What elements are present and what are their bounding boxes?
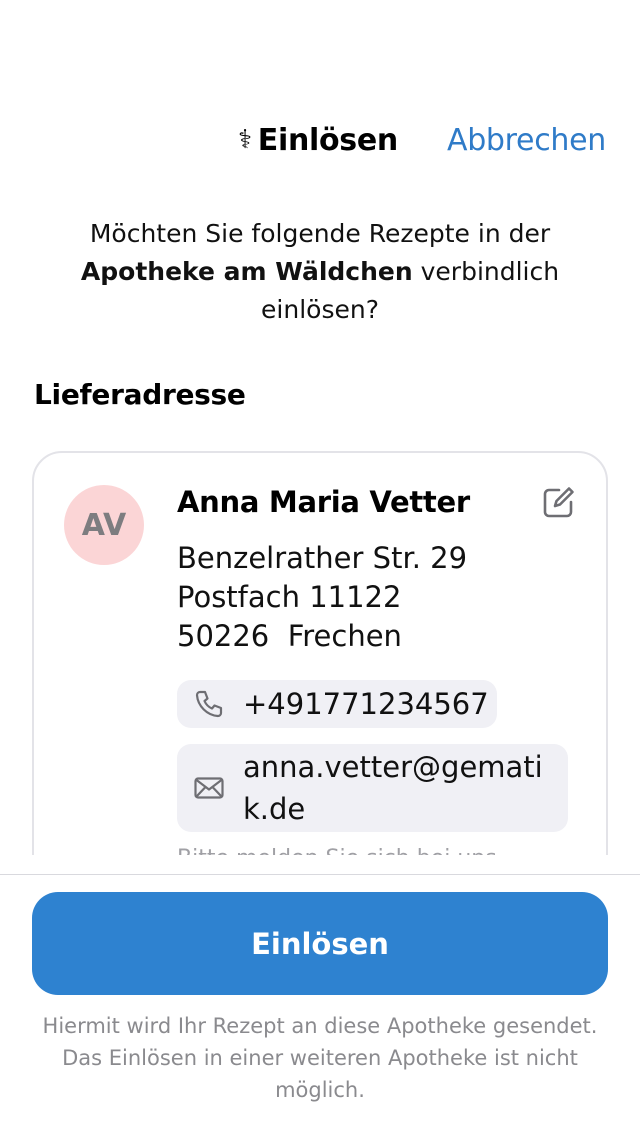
address-line: Postfach 11122 [177, 580, 402, 614]
footnote: Hiermit wird Ihr Rezept an diese Apothek… [42, 1014, 598, 1102]
question-prefix: Möchten Sie folgende Rezepte in der [89, 219, 551, 248]
phone-icon [195, 690, 223, 718]
phone-chip: +491771234567 [177, 680, 497, 728]
phone-number: +491771234567 [243, 687, 489, 721]
cancel-button[interactable]: Abbrechen [447, 118, 606, 162]
section-title-delivery-address: Lieferadresse [34, 378, 246, 411]
page-title: Einlösen [257, 122, 399, 158]
address-card: AV Anna Maria Vetter Benzelrather Str. 2… [32, 451, 608, 855]
edit-icon[interactable] [540, 485, 576, 521]
email-chip: anna.vetter@gematik.de [177, 744, 568, 832]
address-lines: Benzelrather Str. 29 Postfach 11122 5022… [177, 539, 467, 656]
delivery-note: Bitte melden Sie sich bei uns [177, 846, 497, 855]
recipient-name: Anna Maria Vetter [177, 485, 470, 519]
mail-icon [194, 777, 224, 799]
caduceus-icon: ⚕ [238, 125, 252, 155]
address-line: 50226 Frechen [177, 619, 402, 653]
address-card-viewport[interactable]: AV Anna Maria Vetter Benzelrather Str. 2… [32, 451, 608, 855]
redeem-button[interactable]: Einlösen [32, 892, 608, 995]
confirmation-question: Möchten Sie folgende Rezepte in der Apot… [40, 215, 600, 329]
pharmacy-name: Apotheke am Wäldchen [80, 257, 413, 286]
email-address: anna.vetter@gematik.de [243, 750, 543, 826]
address-line: Benzelrather Str. 29 [177, 541, 468, 575]
divider [0, 874, 640, 875]
avatar: AV [64, 485, 144, 565]
nav-title: ⚕ Einlösen [238, 118, 398, 162]
